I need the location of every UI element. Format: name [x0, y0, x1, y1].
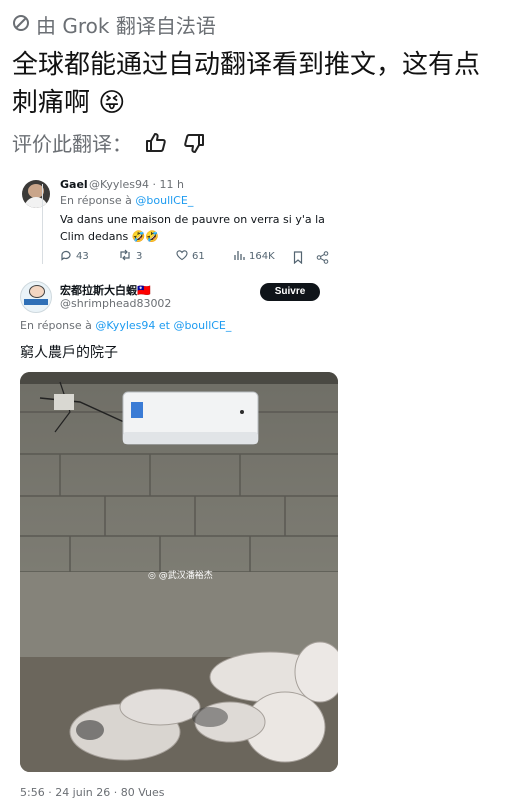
reply-prefix: En réponse à	[20, 319, 96, 332]
thread-line	[42, 184, 43, 264]
bar-chart-icon	[233, 249, 245, 264]
reply-action[interactable]: 43	[60, 249, 89, 264]
bookmark-icon[interactable]	[292, 249, 304, 268]
user-handle[interactable]: @shrimphead83002	[60, 297, 171, 310]
comment-icon	[60, 249, 72, 264]
thumbs-up-icon[interactable]	[142, 129, 170, 157]
like-action[interactable]: 61	[176, 249, 205, 264]
repost-icon	[118, 249, 132, 264]
heart-icon	[176, 249, 188, 264]
reply-prefix: En réponse à	[60, 194, 136, 207]
share-icon[interactable]	[316, 249, 329, 268]
slash-circle-icon	[12, 13, 30, 37]
like-count: 61	[192, 251, 205, 262]
views-action[interactable]: 164K	[233, 249, 275, 264]
avatar-shrimphead[interactable]	[20, 281, 52, 313]
user-name[interactable]: 宏都拉斯大白蝦🇹🇼	[60, 282, 151, 298]
repost-action[interactable]: 3	[118, 249, 142, 264]
watermark: ◎ @武汉潘裕杰	[148, 571, 213, 581]
avatar-gael[interactable]	[22, 180, 50, 208]
user-handle[interactable]: @Kyyles94 · 11 h	[89, 178, 184, 191]
reply-to-line: En réponse à @Kyyles94 et @boullCE_	[20, 319, 231, 332]
user-name[interactable]: Gael	[60, 178, 88, 191]
translation-source: 由 Grok 翻译自法语	[12, 10, 216, 39]
reply-to-link[interactable]: @boullCE_	[135, 194, 193, 207]
post-timestamp: 5:56 · 24 juin 26 · 80 Vues	[20, 786, 165, 799]
weibo-icon: ◎	[148, 571, 156, 581]
reply-count: 43	[76, 251, 89, 262]
reply-text: Va dans une maison de pauvre on verra si…	[60, 213, 325, 243]
reply-to-link[interactable]: @Kyyles94 et @boullCE_	[95, 319, 231, 332]
translation-rating: 评价此翻译：	[12, 128, 208, 157]
follow-button[interactable]: Suivre	[260, 283, 320, 301]
thumbs-down-icon[interactable]	[180, 129, 208, 157]
reply-to-line: En réponse à @boullCE_	[60, 194, 193, 207]
views-count: 164K	[249, 251, 275, 262]
translation-label: 由 Grok 翻译自法语	[36, 14, 216, 38]
rating-label: 评价此翻译：	[12, 132, 132, 156]
reply-text: 窮人農戶的院子	[20, 345, 118, 361]
repost-count: 3	[136, 251, 143, 262]
translated-post-text: 全球都能通过自动翻译看到推文，这有点刺痛啊 😝	[12, 50, 481, 118]
attached-photo[interactable]: ◎ @武汉潘裕杰	[20, 372, 338, 772]
